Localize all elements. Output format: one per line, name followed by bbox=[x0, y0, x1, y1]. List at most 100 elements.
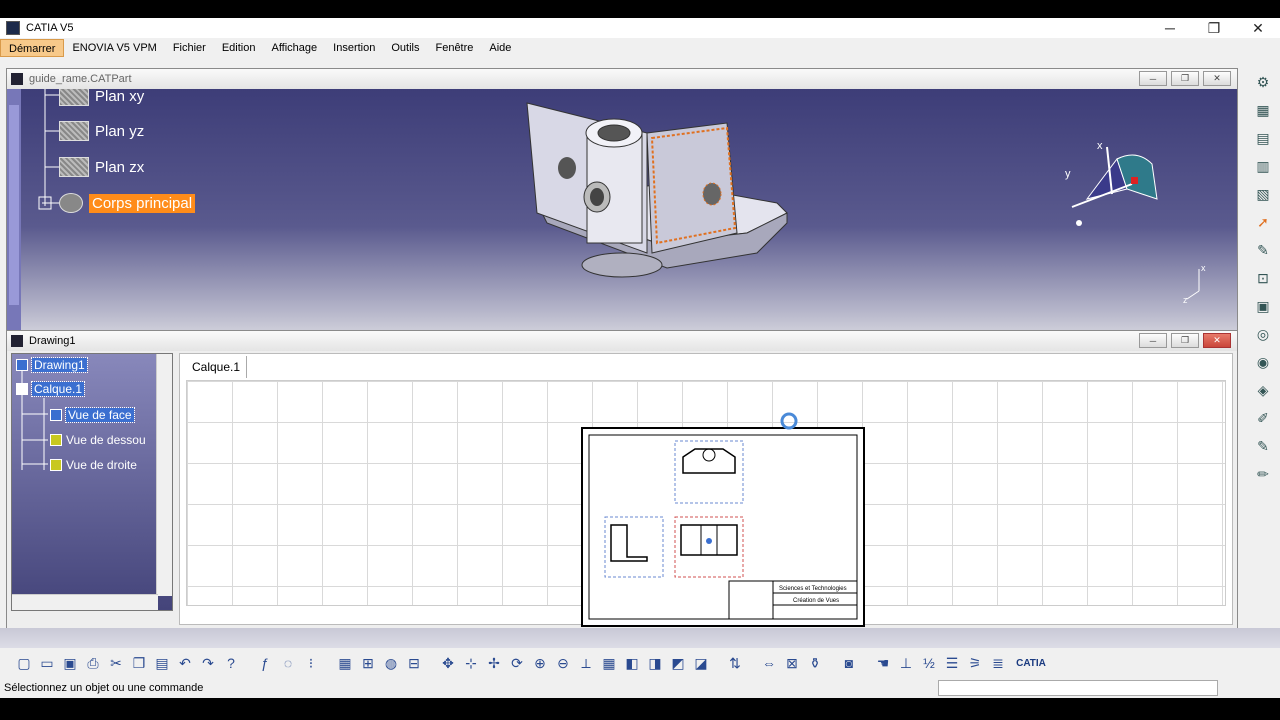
list-icon[interactable]: ≣ bbox=[988, 653, 1008, 673]
menu-fichier[interactable]: Fichier bbox=[165, 39, 214, 57]
layer-icon[interactable]: ☰ bbox=[942, 653, 962, 673]
param-icon[interactable]: ⁝ bbox=[301, 653, 321, 673]
menu-aide[interactable]: Aide bbox=[481, 39, 519, 57]
pan-icon[interactable]: ⊹ bbox=[461, 653, 481, 673]
dim-icon[interactable]: ⊡ bbox=[1253, 268, 1273, 288]
cut-icon[interactable]: ✂ bbox=[106, 653, 126, 673]
dress-icon[interactable]: ◎ bbox=[1253, 324, 1273, 344]
save-icon[interactable]: ▣ bbox=[60, 653, 80, 673]
zoom-in-icon[interactable]: ⊕ bbox=[530, 653, 550, 673]
open-icon[interactable]: ▭ bbox=[37, 653, 57, 673]
views-icon[interactable]: ▦ bbox=[599, 653, 619, 673]
drawing-tree-vscroll[interactable] bbox=[156, 354, 172, 596]
close-button[interactable]: ✕ bbox=[1236, 18, 1280, 38]
edit-icon[interactable]: ✎ bbox=[1253, 436, 1273, 456]
menu-fenetre[interactable]: Fenêtre bbox=[427, 39, 481, 57]
copy-icon[interactable]: ❐ bbox=[129, 653, 149, 673]
tree-plan-xy[interactable]: Plan xy bbox=[59, 89, 144, 106]
new-icon[interactable]: ▢ bbox=[14, 653, 34, 673]
analysis-icon[interactable]: ◍ bbox=[381, 653, 401, 673]
refresh-icon[interactable]: ◙ bbox=[839, 653, 859, 673]
pencil-icon[interactable]: ✎ bbox=[1253, 240, 1273, 260]
tree-drawing1[interactable]: Drawing1 bbox=[16, 357, 88, 373]
drawing-tree-hscroll[interactable] bbox=[12, 594, 158, 610]
tool-icon[interactable]: ✐ bbox=[1253, 408, 1273, 428]
menu-outils[interactable]: Outils bbox=[383, 39, 427, 57]
part-close-button[interactable]: ✕ bbox=[1203, 71, 1231, 86]
tab-calque1[interactable]: Calque.1 bbox=[186, 356, 248, 378]
axis-icon[interactable]: ⊥ bbox=[896, 653, 916, 673]
move-icon[interactable]: ✢ bbox=[484, 653, 504, 673]
menu-enovia[interactable]: ENOVIA V5 VPM bbox=[64, 39, 164, 57]
undo-icon[interactable]: ↶ bbox=[175, 653, 195, 673]
gen-icon[interactable]: ◉ bbox=[1253, 352, 1273, 372]
help-icon[interactable]: ? bbox=[221, 653, 241, 673]
menu-affichage[interactable]: Affichage bbox=[263, 39, 325, 57]
swap-icon[interactable]: ◩ bbox=[668, 653, 688, 673]
arrow-icon[interactable]: ➚ bbox=[1253, 212, 1273, 232]
paste-icon[interactable]: ▤ bbox=[152, 653, 172, 673]
tree-vue-de-droite[interactable]: Vue de droite bbox=[50, 458, 137, 472]
print-icon[interactable]: ⎙ bbox=[83, 653, 103, 673]
catia-app: CATIA V5 ─ ❐ ✕ Démarrer ENOVIA V5 VPM Fi… bbox=[0, 18, 1280, 698]
menu-insertion[interactable]: Insertion bbox=[325, 39, 383, 57]
catalog-icon[interactable]: ⊟ bbox=[404, 653, 424, 673]
render-icon[interactable]: ◧ bbox=[622, 653, 642, 673]
scroll-thumb[interactable] bbox=[9, 105, 19, 305]
compass-widget[interactable]: x y bbox=[1057, 139, 1167, 239]
drawing-icon[interactable]: ▥ bbox=[1253, 156, 1273, 176]
sheet-content: Sciences et Technologies Création de Vue… bbox=[588, 434, 858, 620]
filter-icon[interactable]: ⚞ bbox=[965, 653, 985, 673]
tree-vue-de-dessous[interactable]: Vue de dessou bbox=[50, 433, 146, 447]
tree-corps-principal[interactable]: Corps principal bbox=[59, 193, 196, 213]
hand-icon[interactable]: ☚ bbox=[873, 653, 893, 673]
select-icon[interactable]: ▦ bbox=[1253, 100, 1273, 120]
main-toolbar: ▢ ▭ ▣ ⎙ ✂ ❐ ▤ ↶ ↷ ? ƒ ◌ ⁝ ▦ ⊞ ◍ ⊟ ✥ ⊹ ✢ … bbox=[0, 648, 1280, 678]
drawing-grid[interactable]: Sciences et Technologies Création de Vue… bbox=[186, 380, 1226, 627]
anno-icon[interactable]: ▣ bbox=[1253, 296, 1273, 316]
update-icon[interactable]: ⇅ bbox=[725, 653, 745, 673]
sheet-area: Calque.1 Sciences et Technologies Créati… bbox=[179, 353, 1233, 627]
part-tree-scrollbar[interactable] bbox=[7, 89, 21, 339]
tree-plan-zx[interactable]: Plan zx bbox=[59, 157, 144, 177]
part-3d-model[interactable] bbox=[517, 93, 807, 303]
sketch-icon[interactable]: ▤ bbox=[1253, 128, 1273, 148]
catia-logo: CATIA bbox=[1016, 657, 1046, 669]
tree-icon[interactable]: ⊞ bbox=[358, 653, 378, 673]
tree-vue-de-face[interactable]: Vue de face bbox=[50, 407, 135, 423]
fx-icon[interactable]: ƒ bbox=[255, 653, 275, 673]
view-node-icon bbox=[50, 434, 62, 446]
part-maximize-button[interactable]: ❐ bbox=[1171, 71, 1199, 86]
part-3d-viewport[interactable]: Plan xy Plan yz Plan zx Corps principal bbox=[7, 89, 1237, 339]
part-minimize-button[interactable]: ─ bbox=[1139, 71, 1167, 86]
menu-demarrer[interactable]: Démarrer bbox=[0, 39, 65, 57]
command-input[interactable] bbox=[938, 680, 1218, 696]
comment-icon[interactable]: ◌ bbox=[278, 653, 298, 673]
drawing-close-button[interactable]: ✕ bbox=[1203, 333, 1231, 348]
menu-edition[interactable]: Edition bbox=[214, 39, 264, 57]
drawing-icon bbox=[11, 335, 23, 347]
camera-icon[interactable]: ⚱ bbox=[805, 653, 825, 673]
minimize-button[interactable]: ─ bbox=[1148, 18, 1192, 38]
zoom-out-icon[interactable]: ⊖ bbox=[553, 653, 573, 673]
measure-icon[interactable]: ⇔ bbox=[759, 653, 779, 673]
normal-icon[interactable]: ⟂ bbox=[576, 653, 596, 673]
grid-icon[interactable]: ▦ bbox=[335, 653, 355, 673]
tree-calque1[interactable]: Calque.1 bbox=[16, 381, 86, 397]
gear-icon[interactable]: ⚙ bbox=[1253, 72, 1273, 92]
ratio-icon[interactable]: ½ bbox=[919, 653, 939, 673]
color-icon[interactable]: ✏ bbox=[1253, 464, 1273, 484]
text-icon[interactable]: ◈ bbox=[1253, 380, 1273, 400]
drawing-maximize-button[interactable]: ❐ bbox=[1171, 333, 1199, 348]
drawing-minimize-button[interactable]: ─ bbox=[1139, 333, 1167, 348]
hide-icon[interactable]: ◨ bbox=[645, 653, 665, 673]
redo-icon[interactable]: ↷ bbox=[198, 653, 218, 673]
drawing-sheet[interactable]: Sciences et Technologies Création de Vue… bbox=[581, 427, 865, 627]
view-icon[interactable]: ▧ bbox=[1253, 184, 1273, 204]
tree-plan-yz[interactable]: Plan yz bbox=[59, 121, 144, 141]
maximize-button[interactable]: ❐ bbox=[1192, 18, 1236, 38]
rotate-icon[interactable]: ⟳ bbox=[507, 653, 527, 673]
snapshot-icon[interactable]: ◪ bbox=[691, 653, 711, 673]
fit-icon[interactable]: ✥ bbox=[438, 653, 458, 673]
mass-icon[interactable]: ⊠ bbox=[782, 653, 802, 673]
